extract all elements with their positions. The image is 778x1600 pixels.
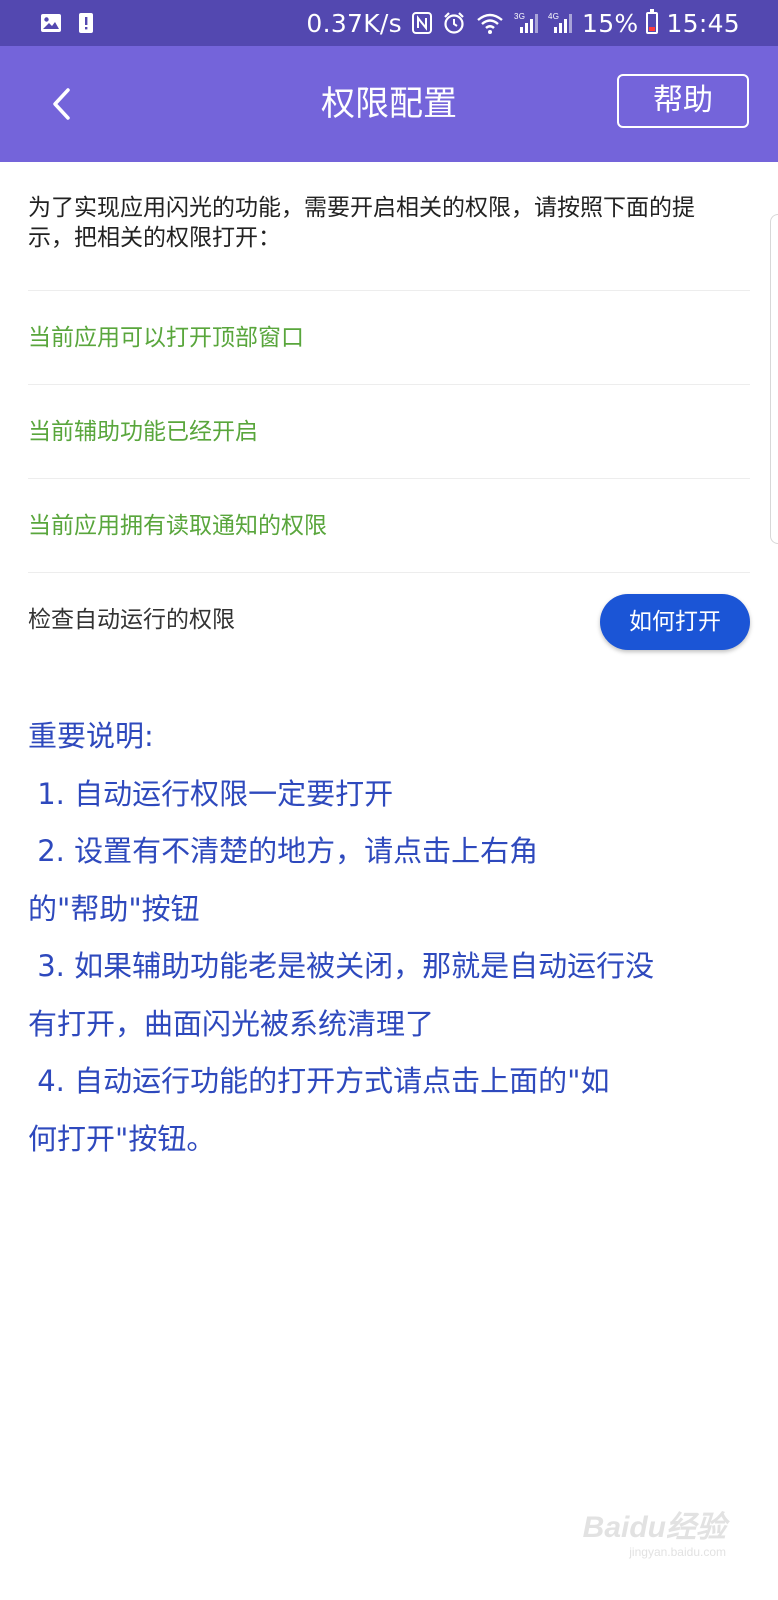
note-heading: 重要说明: xyxy=(28,719,154,753)
permission-row-autostart: 检查自动运行的权限 如何打开 xyxy=(28,572,750,666)
note-line: 何打开"按钮。 xyxy=(28,1121,216,1156)
note-line: 2. 设置有不清楚的地方，请点击上右角 xyxy=(28,834,539,868)
svg-text:4G: 4G xyxy=(548,12,559,21)
signal-3g-icon: 3G xyxy=(514,12,538,33)
battery-level xyxy=(649,27,656,31)
battery-percent: 15% xyxy=(581,8,639,38)
status-bar: 0.37K/s 3G 4G 15% 15:45 xyxy=(0,0,778,46)
help-button[interactable]: 帮助 xyxy=(617,74,749,128)
important-note: 重要说明: 1. 自动运行权限一定要打开 2. 设置有不清楚的地方，请点击上右角… xyxy=(28,708,748,1168)
watermark-url: jingyan.baidu.com xyxy=(629,1545,726,1559)
permission-row-notifications: 当前应用拥有读取通知的权限 xyxy=(28,478,750,572)
alarm-icon xyxy=(444,12,464,34)
permission-status-text: 当前应用拥有读取通知的权限 xyxy=(28,513,327,539)
app-header: 权限配置 帮助 xyxy=(0,46,778,162)
note-line: 的"帮助"按钮 xyxy=(28,891,200,926)
network-speed: 0.37K/s xyxy=(306,8,402,38)
how-to-open-button[interactable]: 如何打开 xyxy=(600,594,750,650)
autostart-check-label: 检查自动运行的权限 xyxy=(28,607,235,633)
intro-text: 为了实现应用闪光的功能，需要开启相关的权限，请按照下面的提示，把相关的权限打开： xyxy=(28,195,695,251)
permission-row-accessibility: 当前辅助功能已经开启 xyxy=(28,384,750,478)
permission-status-text: 当前应用可以打开顶部窗口 xyxy=(28,325,304,351)
clock: 15:45 xyxy=(666,8,740,38)
status-bar-right: 0.37K/s 3G 4G 15% 15:45 xyxy=(306,0,740,46)
image-icon xyxy=(41,14,61,32)
nfc-icon xyxy=(411,12,432,34)
svg-text:3G: 3G xyxy=(514,12,525,21)
status-bar-left xyxy=(40,12,94,34)
watermark-logo: Baidu经验 xyxy=(582,1511,726,1544)
signal-4g-icon: 4G xyxy=(548,12,572,33)
permission-row-top-window: 当前应用可以打开顶部窗口 xyxy=(28,290,750,384)
note-line: 3. 如果辅助功能老是被关闭，那就是自动运行没 xyxy=(28,949,655,983)
scroll-indicator[interactable] xyxy=(770,214,778,544)
note-line: 1. 自动运行权限一定要打开 xyxy=(28,776,394,811)
note-line: 4. 自动运行功能的打开方式请点击上面的"如 xyxy=(28,1064,610,1098)
alert-icon xyxy=(79,13,93,33)
permission-status-text: 当前辅助功能已经开启 xyxy=(28,419,258,445)
wifi-icon xyxy=(477,13,503,34)
battery-icon xyxy=(646,9,659,34)
note-line: 有打开，曲面闪光被系统清理了 xyxy=(28,1006,435,1041)
